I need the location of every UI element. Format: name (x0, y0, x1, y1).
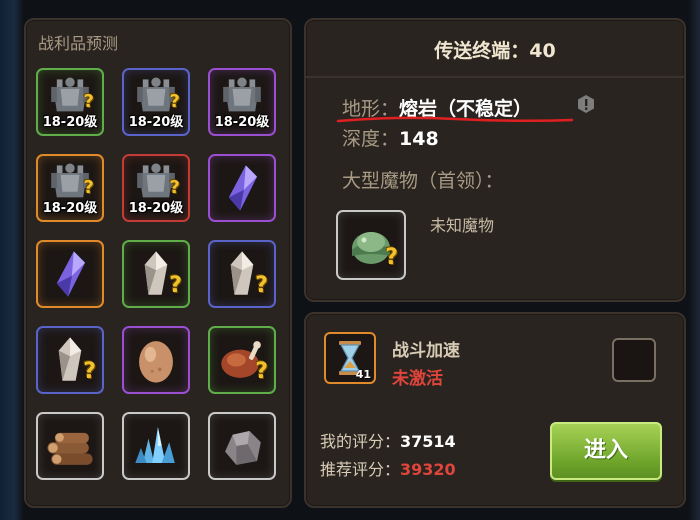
loot-slot[interactable] (36, 412, 104, 480)
wood-logs-icon (47, 432, 93, 465)
depth-label: 深度： (342, 128, 400, 150)
unknown-question-mark: ? (83, 359, 96, 384)
loot-panel-title: 战利品预测 (38, 34, 119, 53)
blue-crystal-cluster-icon (135, 427, 175, 463)
loot-slot[interactable] (208, 412, 276, 480)
loot-slot[interactable]: ? (208, 326, 276, 394)
loot-slot[interactable]: ? 18-20级 (36, 154, 104, 222)
unknown-question-mark: ? (83, 177, 94, 198)
battle-speed-item[interactable]: 41 (324, 332, 376, 384)
loot-slot[interactable]: ? 18-20级 (122, 154, 190, 222)
loot-level-range: 18-20级 (214, 115, 270, 130)
enter-button[interactable]: 进入 (550, 422, 662, 480)
loot-slot[interactable]: ? (122, 240, 190, 308)
loot-slot[interactable]: ? (36, 326, 104, 394)
loot-level-range: 18-20级 (42, 201, 98, 216)
warning-info-icon[interactable] (576, 94, 596, 114)
unknown-question-mark: ? (169, 91, 180, 112)
loot-slot[interactable] (122, 326, 190, 394)
my-score-value: 37514 (400, 432, 456, 451)
unknown-question-mark: ? (255, 359, 268, 384)
loot-slot[interactable]: ? (208, 240, 276, 308)
title-divider (306, 76, 684, 78)
stone-ore-icon (225, 430, 261, 465)
boss-label: 大型魔物（首领）： (342, 170, 504, 192)
unknown-question-mark: ? (83, 91, 94, 112)
loot-slot[interactable] (36, 240, 104, 308)
background-edge-right (688, 0, 700, 520)
my-score-row: 我的评分：37514 (320, 428, 456, 452)
boss-slot[interactable]: ? (336, 210, 406, 280)
loot-slot[interactable] (208, 154, 276, 222)
recommended-score-row: 推荐评分：39320 (320, 456, 456, 480)
loot-level-range: 18-20级 (128, 115, 184, 130)
depth-row: 深度：148 (342, 124, 439, 151)
loot-prediction-panel: 战利品预测 ? 18-20级? 18-20级 18-20级? 18-20级? 18-20级… (24, 18, 292, 508)
portal-info-panel: 传送终端：40 地形：熔岩（不稳定） 深度：148 大型魔物（首领）： ? 未知… (304, 18, 686, 302)
unknown-question-mark: ? (169, 273, 182, 298)
battle-speed-checkbox[interactable] (612, 338, 656, 382)
portal-title: 传送终端：40 (434, 40, 556, 62)
boss-name: 未知魔物 (430, 216, 495, 235)
egg-icon (139, 341, 173, 383)
background-edge-left (0, 0, 24, 520)
battle-panel: 41 战斗加速 未激活 我的评分：37514 推荐评分：39320 进入 (304, 312, 686, 508)
loot-slot[interactable]: ? 18-20级 (122, 68, 190, 136)
purple-crystal-icon (228, 165, 258, 211)
loot-slot[interactable]: 18-20级 (208, 68, 276, 136)
loot-level-range: 18-20级 (42, 115, 98, 130)
battle-speed-status: 未激活 (392, 369, 443, 389)
loot-level-range: 18-20级 (128, 201, 184, 216)
recommended-score-value: 39320 (400, 460, 456, 479)
unknown-question-mark: ? (169, 177, 180, 198)
unknown-question-mark: ? (255, 273, 268, 298)
my-score-label: 我的评分： (320, 432, 401, 451)
speed-item-count: 41 (355, 368, 371, 381)
loot-slot[interactable]: ? 18-20级 (36, 68, 104, 136)
depth-value: 148 (399, 128, 439, 150)
loot-slot[interactable] (122, 412, 190, 480)
unknown-question-mark: ? (385, 245, 398, 270)
battle-speed-label: 战斗加速 (392, 341, 460, 361)
purple-crystal-icon (56, 251, 86, 297)
recommended-score-label: 推荐评分： (320, 460, 401, 479)
